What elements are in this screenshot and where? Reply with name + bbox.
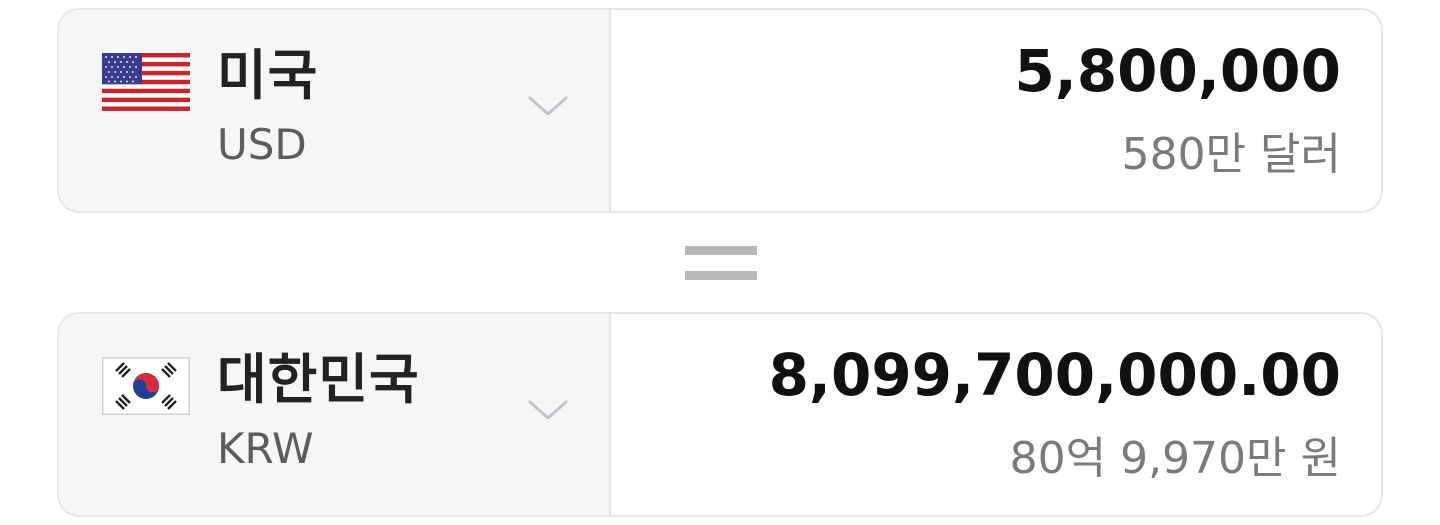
to-amount-input[interactable]: 8,099,700,000.00 80억 9,970만 원 [611, 314, 1381, 515]
us-flag-icon [102, 53, 190, 111]
chevron-down-icon[interactable] [526, 396, 570, 424]
to-currency-card: 대한민국 KRW 8,099,700,000.00 80억 9,970만 원 [57, 312, 1383, 517]
from-amount-value: 5,800,000 [1014, 37, 1341, 105]
from-currency-code: USD [217, 120, 307, 169]
to-currency-selector[interactable]: 대한민국 KRW [59, 314, 611, 515]
from-country-name: 미국 [217, 44, 319, 107]
chevron-down-icon[interactable] [526, 92, 570, 120]
from-amount-input[interactable]: 5,800,000 580만 달러 [611, 10, 1381, 211]
equals-icon [685, 246, 757, 280]
to-amount-value: 8,099,700,000.00 [768, 341, 1341, 409]
kr-flag-icon [102, 357, 190, 415]
to-amount-words: 80억 9,970만 원 [1009, 433, 1341, 484]
to-country-name: 대한민국 [217, 348, 420, 411]
to-currency-code: KRW [217, 424, 314, 473]
from-amount-words: 580만 달러 [1121, 129, 1341, 180]
from-currency-selector[interactable]: 미국 USD [59, 10, 611, 211]
from-currency-card: 미국 USD 5,800,000 580만 달러 [57, 8, 1383, 213]
